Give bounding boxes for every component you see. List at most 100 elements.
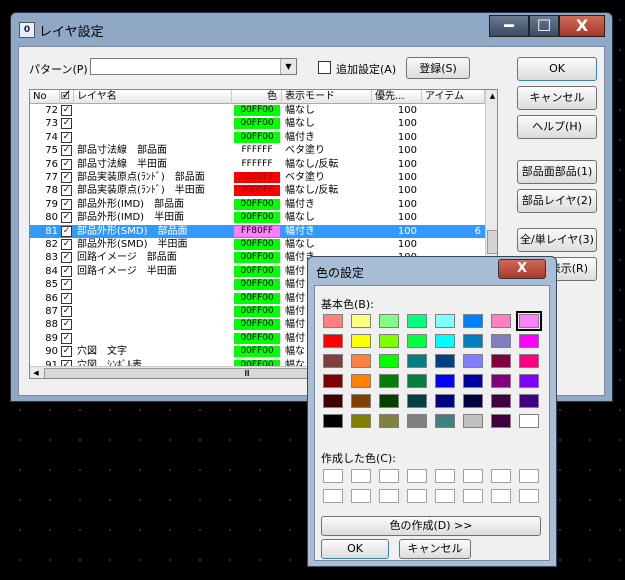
basic-color-swatch[interactable]: [351, 334, 371, 348]
layer-color-swatch[interactable]: 00FF00: [234, 198, 280, 210]
table-row[interactable]: 73 ✓ 00FF00 幅なし 100: [30, 117, 485, 130]
row-visible-checkbox[interactable]: ✓: [61, 145, 72, 157]
custom-color-slot[interactable]: [463, 469, 483, 483]
custom-color-slot[interactable]: [351, 489, 371, 503]
col-header-priority[interactable]: 優先...: [372, 90, 422, 104]
help-button[interactable]: ヘルプ(H): [517, 115, 597, 139]
define-custom-colors-button[interactable]: 色の作成(D) >>: [321, 516, 541, 536]
basic-color-swatch[interactable]: [519, 334, 539, 348]
layer-color-swatch[interactable]: 00FF00: [234, 131, 280, 143]
layer-color-swatch[interactable]: 00FF00: [234, 306, 280, 317]
row-visible-checkbox[interactable]: ✓: [61, 239, 72, 250]
custom-color-slot[interactable]: [407, 469, 427, 483]
basic-color-swatch[interactable]: [435, 354, 455, 368]
row-visible-checkbox[interactable]: ✓: [61, 279, 72, 291]
basic-color-swatch[interactable]: [435, 314, 455, 328]
layer-color-swatch[interactable]: 00FF00: [234, 252, 280, 264]
basic-color-swatch[interactable]: [463, 334, 483, 348]
row-visible-checkbox[interactable]: ✓: [61, 212, 72, 224]
row-visible-checkbox[interactable]: ✓: [61, 346, 72, 358]
color-cancel-button[interactable]: キャンセル: [399, 539, 471, 559]
color-ok-button[interactable]: OK: [321, 539, 389, 559]
basic-color-swatch[interactable]: [379, 314, 399, 328]
table-row[interactable]: 80 ✓ 部品外形(IMD) 半田面 00FF00 幅なし 100: [30, 211, 485, 224]
basic-color-swatch[interactable]: [379, 394, 399, 408]
row-visible-checkbox[interactable]: ✓: [61, 198, 72, 210]
layer-color-swatch[interactable]: 0000FF: [234, 185, 280, 197]
custom-color-slot[interactable]: [491, 489, 511, 503]
basic-color-swatch[interactable]: [379, 374, 399, 388]
register-button[interactable]: 登録(S): [406, 57, 470, 79]
parts-layer-button[interactable]: 部品レイヤ(2): [517, 189, 597, 213]
basic-color-swatch[interactable]: [435, 414, 455, 428]
basic-color-swatch[interactable]: [519, 414, 539, 428]
pattern-combobox[interactable]: ▼: [90, 58, 297, 75]
col-header-layer-name[interactable]: レイヤ名: [74, 90, 232, 104]
custom-color-slot[interactable]: [379, 469, 399, 483]
row-visible-checkbox[interactable]: ✓: [61, 131, 72, 143]
scroll-thumb-vertical[interactable]: [487, 230, 497, 254]
basic-color-swatch[interactable]: [491, 374, 511, 388]
basic-color-swatch[interactable]: [491, 354, 511, 368]
custom-color-slot[interactable]: [407, 489, 427, 503]
custom-color-slot[interactable]: [463, 489, 483, 503]
basic-color-swatch[interactable]: [491, 334, 511, 348]
basic-color-swatch[interactable]: [435, 394, 455, 408]
custom-color-slot[interactable]: [519, 489, 539, 503]
basic-color-swatch[interactable]: [379, 334, 399, 348]
basic-color-swatch[interactable]: [407, 354, 427, 368]
layer-color-swatch[interactable]: 0000FF: [234, 172, 280, 183]
maximize-button[interactable]: ☐: [529, 15, 559, 37]
title-bar[interactable]: 0 レイヤ設定 ━ ☐ X: [11, 13, 612, 45]
cancel-button[interactable]: キャンセル: [517, 86, 597, 110]
basic-color-swatch[interactable]: [407, 334, 427, 348]
custom-color-slot[interactable]: [435, 469, 455, 483]
minimize-button[interactable]: ━: [489, 15, 529, 37]
basic-color-swatch[interactable]: [435, 334, 455, 348]
basic-color-swatch[interactable]: [407, 394, 427, 408]
custom-color-slot[interactable]: [435, 489, 455, 503]
basic-color-swatch[interactable]: [463, 394, 483, 408]
scroll-left-icon[interactable]: ◀: [30, 367, 42, 378]
row-visible-checkbox[interactable]: ✓: [61, 265, 72, 277]
basic-color-swatch[interactable]: [323, 354, 343, 368]
custom-color-slot[interactable]: [323, 469, 343, 483]
row-visible-checkbox[interactable]: ✓: [61, 306, 72, 317]
row-visible-checkbox[interactable]: ✓: [61, 118, 72, 130]
table-row[interactable]: 77 ✓ 部品実装原点(ﾗﾝﾄﾞ) 部品面 0000FF ベタ塗り 100: [30, 171, 485, 184]
basic-color-swatch[interactable]: [351, 354, 371, 368]
layer-color-swatch[interactable]: FFFFFF: [234, 145, 280, 157]
basic-color-swatch[interactable]: [463, 354, 483, 368]
row-visible-checkbox[interactable]: ✓: [61, 225, 72, 237]
basic-color-swatch[interactable]: [407, 314, 427, 328]
layer-color-swatch[interactable]: 00FF00: [234, 319, 280, 331]
custom-color-slot[interactable]: [323, 489, 343, 503]
row-visible-checkbox[interactable]: ✓: [61, 332, 72, 344]
basic-color-swatch[interactable]: [351, 314, 371, 328]
col-header-check[interactable]: 🗹: [60, 90, 74, 104]
basic-color-swatch[interactable]: [351, 414, 371, 428]
all-single-layer-button[interactable]: 全/単レイヤ(3): [517, 228, 597, 252]
row-visible-checkbox[interactable]: ✓: [61, 185, 72, 197]
layer-color-swatch[interactable]: 00FF00: [234, 332, 280, 344]
basic-color-swatch[interactable]: [323, 334, 343, 348]
layer-color-swatch[interactable]: 00FF00: [234, 118, 280, 130]
add-setting-checkbox[interactable]: [318, 61, 331, 74]
row-visible-checkbox[interactable]: ✓: [61, 292, 72, 304]
basic-color-swatch[interactable]: [323, 414, 343, 428]
col-header-items[interactable]: アイテム: [422, 90, 485, 104]
layer-color-swatch[interactable]: 00FF00: [234, 292, 280, 304]
row-visible-checkbox[interactable]: ✓: [61, 158, 72, 170]
ok-button[interactable]: OK: [517, 57, 597, 81]
layer-color-swatch[interactable]: 00FF00: [234, 105, 280, 116]
basic-color-swatch[interactable]: [323, 374, 343, 388]
table-row[interactable]: 76 ✓ 部品寸法線 半田面 FFFFFF 幅なし/反転 100: [30, 158, 485, 171]
basic-color-swatch[interactable]: [435, 374, 455, 388]
basic-color-swatch[interactable]: [491, 394, 511, 408]
col-header-no[interactable]: No: [30, 90, 60, 104]
col-header-display-mode[interactable]: 表示モード: [282, 90, 372, 104]
basic-color-swatch[interactable]: [379, 354, 399, 368]
basic-color-swatch[interactable]: [491, 414, 511, 428]
scroll-up-icon[interactable]: ▲: [486, 90, 497, 103]
table-row[interactable]: 78 ✓ 部品実装原点(ﾗﾝﾄﾞ) 半田面 0000FF 幅なし/反転 100: [30, 184, 485, 197]
